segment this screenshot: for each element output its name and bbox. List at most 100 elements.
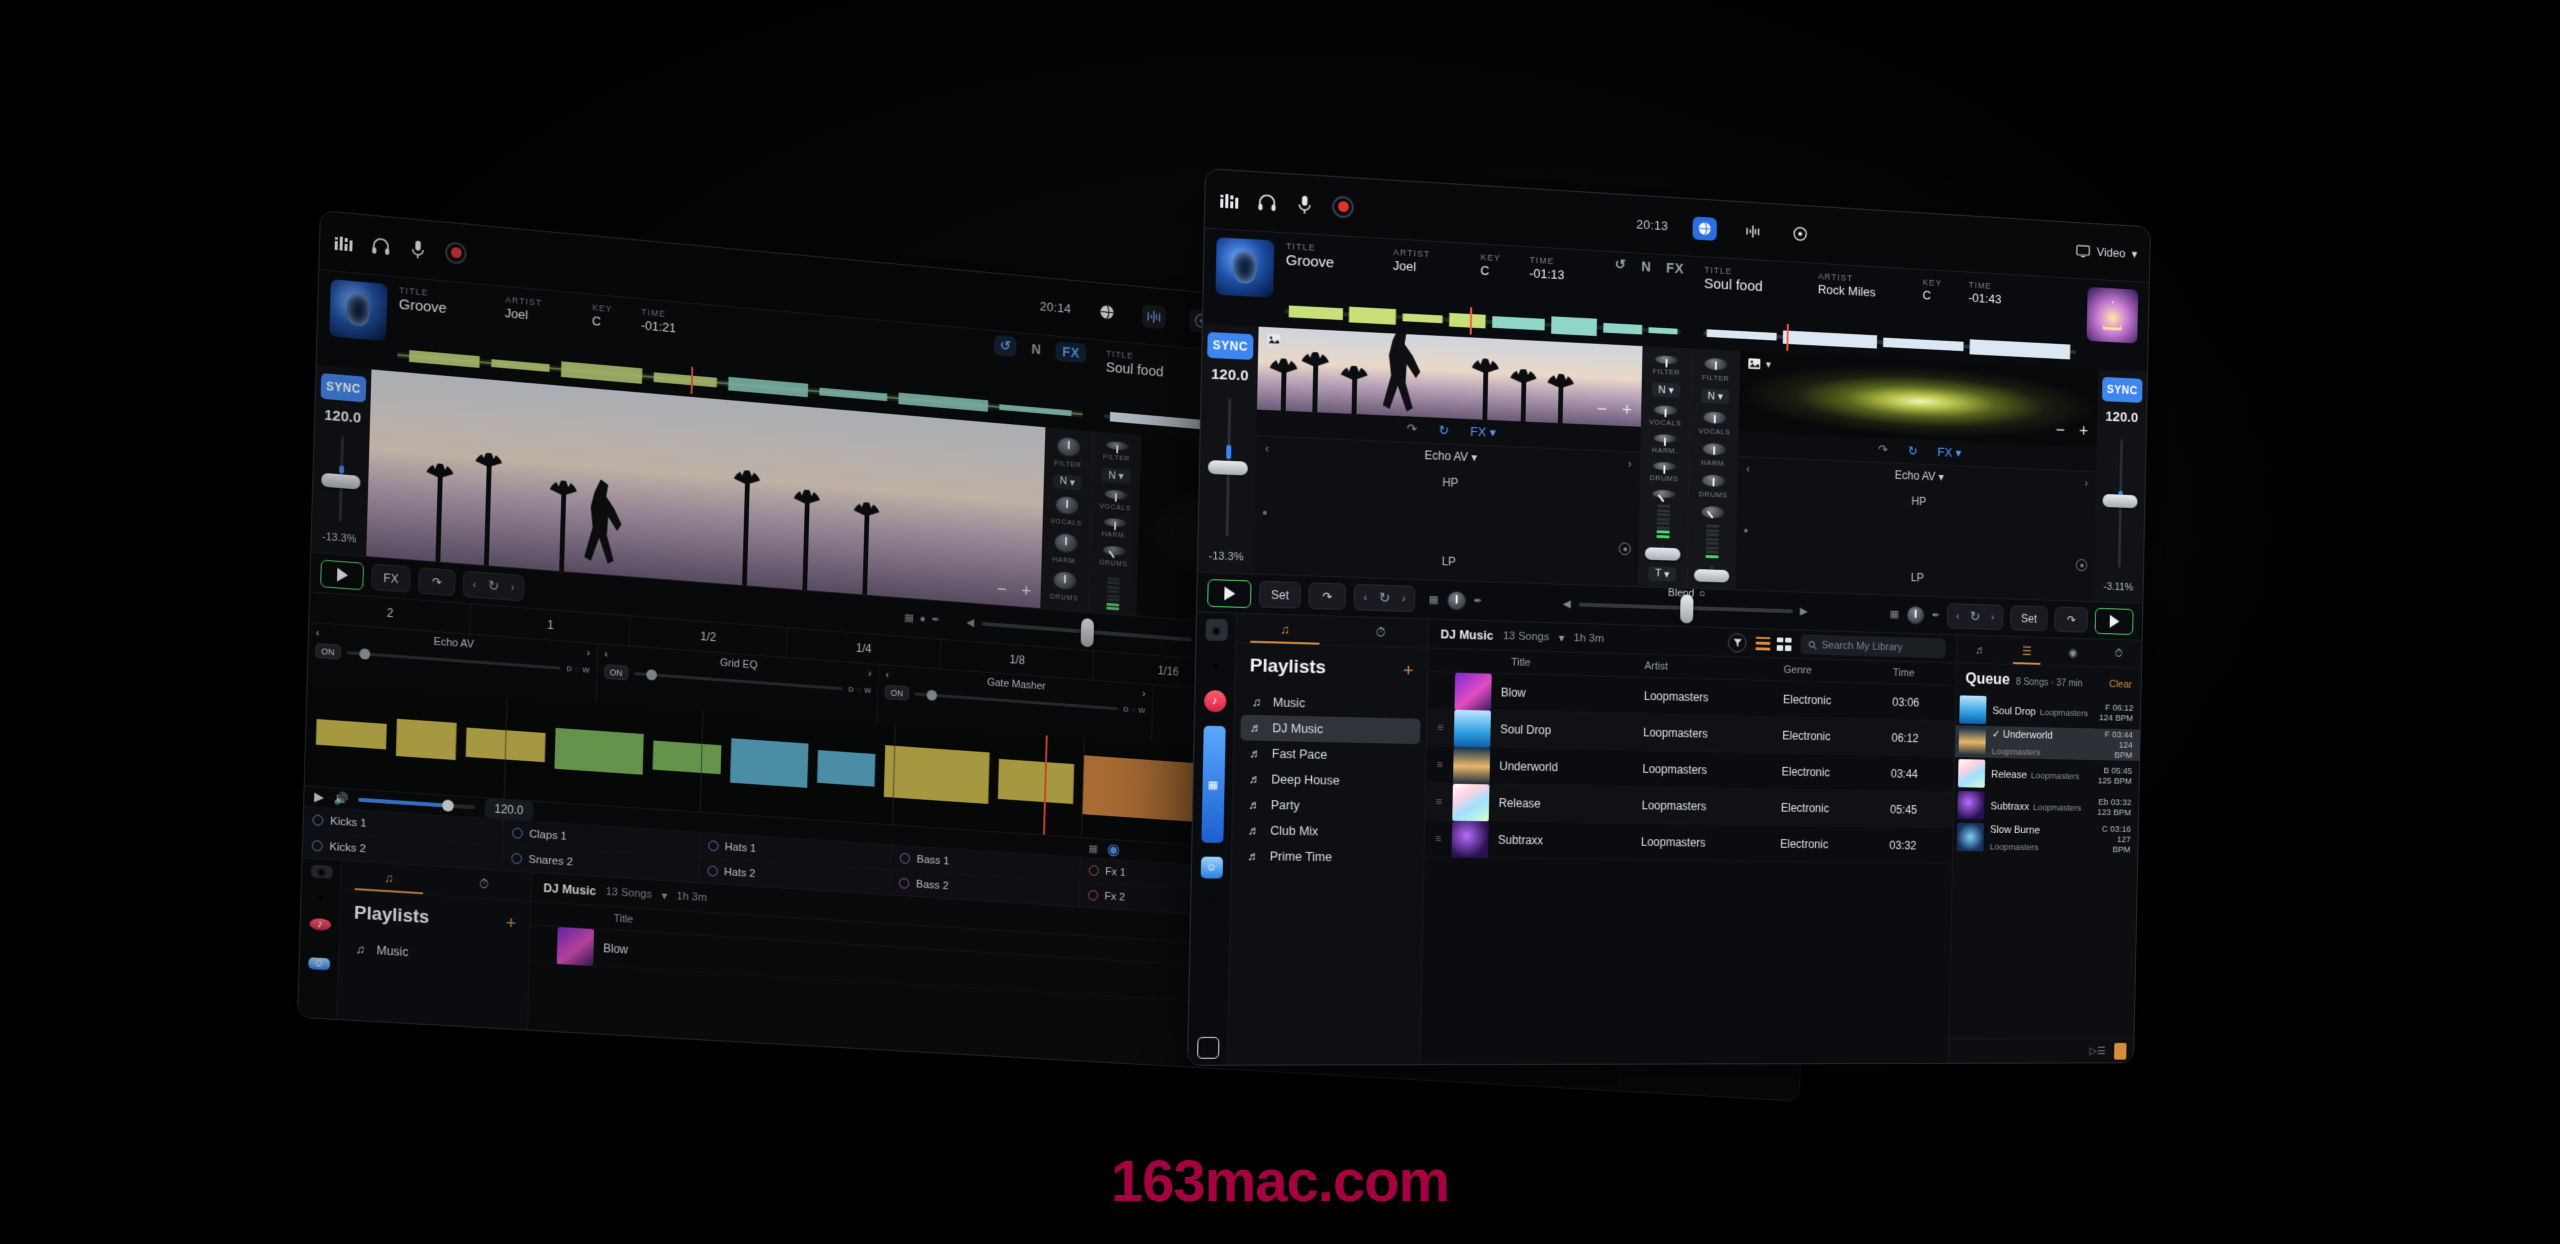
- back-deck-left-key[interactable]: C: [592, 313, 613, 329]
- sidebar-item-club-mix[interactable]: ♬ Club Mix: [1238, 817, 1418, 845]
- loop-icon[interactable]: ↻: [1908, 443, 1918, 458]
- front-cue-set-right[interactable]: Set: [2010, 605, 2048, 632]
- chevron-down-icon[interactable]: ▾: [1204, 654, 1226, 676]
- finder-icon[interactable]: ☺: [1200, 856, 1223, 879]
- filter-knob[interactable]: [1104, 439, 1129, 454]
- tab-history[interactable]: ⏱: [1333, 617, 1429, 648]
- sidebar-item-fast-pace[interactable]: ♬ Fast Pace: [1240, 740, 1420, 769]
- queue-clear-button[interactable]: Clear: [2109, 679, 2132, 691]
- filter-knob[interactable]: [1654, 354, 1679, 368]
- import-icon[interactable]: ↑: [305, 1023, 328, 1039]
- tab-playlists[interactable]: ♫: [341, 861, 437, 895]
- front-deck-left-key[interactable]: C: [1480, 263, 1501, 279]
- sync-globe-icon[interactable]: [1692, 215, 1717, 241]
- prev-fx-icon[interactable]: ‹: [1265, 442, 1269, 456]
- mixer-icon[interactable]: [1219, 189, 1239, 210]
- key-chip[interactable]: N ▾: [1651, 382, 1681, 399]
- chevron-down-icon[interactable]: ▾: [661, 888, 667, 902]
- list-view-icon[interactable]: [1755, 636, 1771, 651]
- drums-knob[interactable]: [1652, 460, 1677, 474]
- headphones-icon[interactable]: [371, 235, 391, 256]
- front-loop-group-left[interactable]: ‹ ↻ ›: [1353, 583, 1416, 613]
- looper-target-icon[interactable]: ◉: [1107, 840, 1120, 860]
- sync-globe-icon[interactable]: [1095, 300, 1119, 325]
- next-fx-icon[interactable]: ›: [1142, 688, 1146, 700]
- fx-toggle-icon[interactable]: FX ▾: [1937, 445, 1961, 461]
- drums-knob[interactable]: [1052, 569, 1077, 591]
- back-deck-left-bpm[interactable]: 120.0: [324, 407, 361, 427]
- tab-history[interactable]: ⏱: [436, 867, 531, 901]
- front-video-button[interactable]: Video ▾: [2076, 243, 2137, 261]
- front-deck-right-key[interactable]: C: [1922, 288, 1941, 303]
- front-search-input[interactable]: Search My Library: [1800, 634, 1946, 659]
- tab-history[interactable]: ⏱: [2096, 639, 2142, 667]
- import-icon[interactable]: ↑: [1196, 1036, 1219, 1059]
- filter-knob[interactable]: [1056, 435, 1081, 458]
- sidebar-item-music[interactable]: ♫ Music: [1241, 689, 1421, 719]
- tab-playlists[interactable]: ♫: [1236, 614, 1333, 645]
- waveform-icon[interactable]: [1740, 219, 1764, 243]
- queue-row[interactable]: Slow Burne Loopmasters C 03:16 127 BPM: [1953, 821, 2138, 855]
- grid-view-icon[interactable]: [1776, 636, 1792, 651]
- back-deck-left-pitch-fader[interactable]: [312, 427, 370, 531]
- queue-row[interactable]: Subtraxx Loopmasters Eb 03:32 123 BPM: [1954, 789, 2139, 824]
- chevron-down-icon[interactable]: ▾: [1559, 631, 1565, 644]
- channel-fader[interactable]: [1638, 539, 1687, 566]
- front-deck-left-fx-unit[interactable]: Echo AV ▾: [1424, 448, 1477, 464]
- tab-queue-list[interactable]: ♬: [1957, 635, 2004, 663]
- cue-jump-icon[interactable]: ↷: [1878, 442, 1888, 458]
- fx-unit-name[interactable]: Gate Masher: [987, 677, 1046, 693]
- back-deck-left-fx-button[interactable]: FX: [1055, 340, 1087, 363]
- back-cue-set-left[interactable]: FX: [371, 563, 411, 593]
- back-song-count[interactable]: 13 Songs: [605, 886, 652, 901]
- cue-jump-icon[interactable]: ↷: [1406, 421, 1417, 437]
- record-icon[interactable]: [444, 240, 467, 265]
- front-song-count[interactable]: 13 Songs: [1503, 630, 1550, 643]
- prev-fx-icon[interactable]: ‹: [604, 649, 608, 661]
- queue-row[interactable]: ✓ Underworld Loopmasters F 03:44 124 BPM: [1954, 725, 2140, 761]
- back-loop-group-left[interactable]: ‹ ↻ ›: [462, 570, 525, 602]
- gain-knob[interactable]: [1700, 505, 1726, 520]
- edit-icon[interactable]: ✒: [1931, 609, 1940, 622]
- fx-reset-icon[interactable]: [1618, 542, 1632, 556]
- queue-row[interactable]: Soul Drop Loopmasters F 06:12 124 BPM: [1956, 693, 2141, 729]
- microphone-icon[interactable]: [408, 238, 428, 259]
- record-box-icon[interactable]: ◉: [310, 864, 333, 879]
- drag-handle-icon[interactable]: [1428, 690, 1455, 691]
- fx-on-button[interactable]: ON: [603, 664, 629, 681]
- fx-toggle-icon[interactable]: FX ▾: [1470, 424, 1496, 441]
- fx-on-button[interactable]: ON: [884, 684, 909, 701]
- table-row[interactable]: ≡ Subtraxx Loopmasters Electronic 03:32: [1424, 820, 1953, 865]
- more-icon[interactable]: ⋯: [307, 983, 329, 997]
- zoom-out-icon[interactable]: −: [1597, 399, 1607, 420]
- loop-icon[interactable]: ↺: [994, 334, 1018, 357]
- right-gain-knob[interactable]: [1906, 604, 1925, 625]
- front-deck-left-sync-button[interactable]: SYNC: [1207, 331, 1254, 360]
- loop-icon[interactable]: ↻: [1438, 423, 1449, 439]
- filter-icon[interactable]: [1727, 632, 1747, 653]
- back-deck-left-sync-button[interactable]: SYNC: [320, 373, 367, 403]
- key-chip[interactable]: N ▾: [1053, 473, 1082, 490]
- video-library-icon[interactable]: ▦: [1200, 725, 1226, 843]
- sidebar-item-deep-house[interactable]: ♬ Deep House: [1239, 766, 1419, 795]
- record-box-icon[interactable]: ◉: [1204, 618, 1228, 642]
- finder-icon[interactable]: ☺: [307, 957, 330, 971]
- drums-knob[interactable]: [1101, 544, 1126, 559]
- next-fx-icon[interactable]: ›: [2084, 476, 2088, 489]
- front-crossfader[interactable]: Blend ○ ◀ ▶: [1545, 587, 1825, 623]
- sidebar-item-music[interactable]: ♫ Music: [345, 936, 524, 972]
- record-icon[interactable]: [1331, 195, 1354, 218]
- zoom-out-icon[interactable]: −: [997, 579, 1007, 600]
- front-deck-right-pitch-fader[interactable]: [2094, 428, 2146, 579]
- gain-knob[interactable]: [1651, 488, 1677, 503]
- vocals-knob[interactable]: [1103, 488, 1128, 503]
- sidebar-item-dj-music[interactable]: ♬ DJ Music: [1240, 714, 1421, 745]
- next-fx-icon[interactable]: ›: [586, 647, 590, 659]
- front-cue-jump-left[interactable]: ↷: [1308, 582, 1347, 611]
- queue-row[interactable]: Release Loopmasters B 05:45 125 BPM: [1954, 757, 2139, 792]
- front-deck-right-sync-button[interactable]: SYNC: [2101, 376, 2143, 403]
- front-right-misc-icons[interactable]: ▦: [1890, 608, 1900, 621]
- front-play-button-right[interactable]: [2094, 607, 2134, 635]
- front-play-button-left[interactable]: [1207, 578, 1252, 608]
- front-deck-left-pitch-fader[interactable]: [1198, 386, 1257, 548]
